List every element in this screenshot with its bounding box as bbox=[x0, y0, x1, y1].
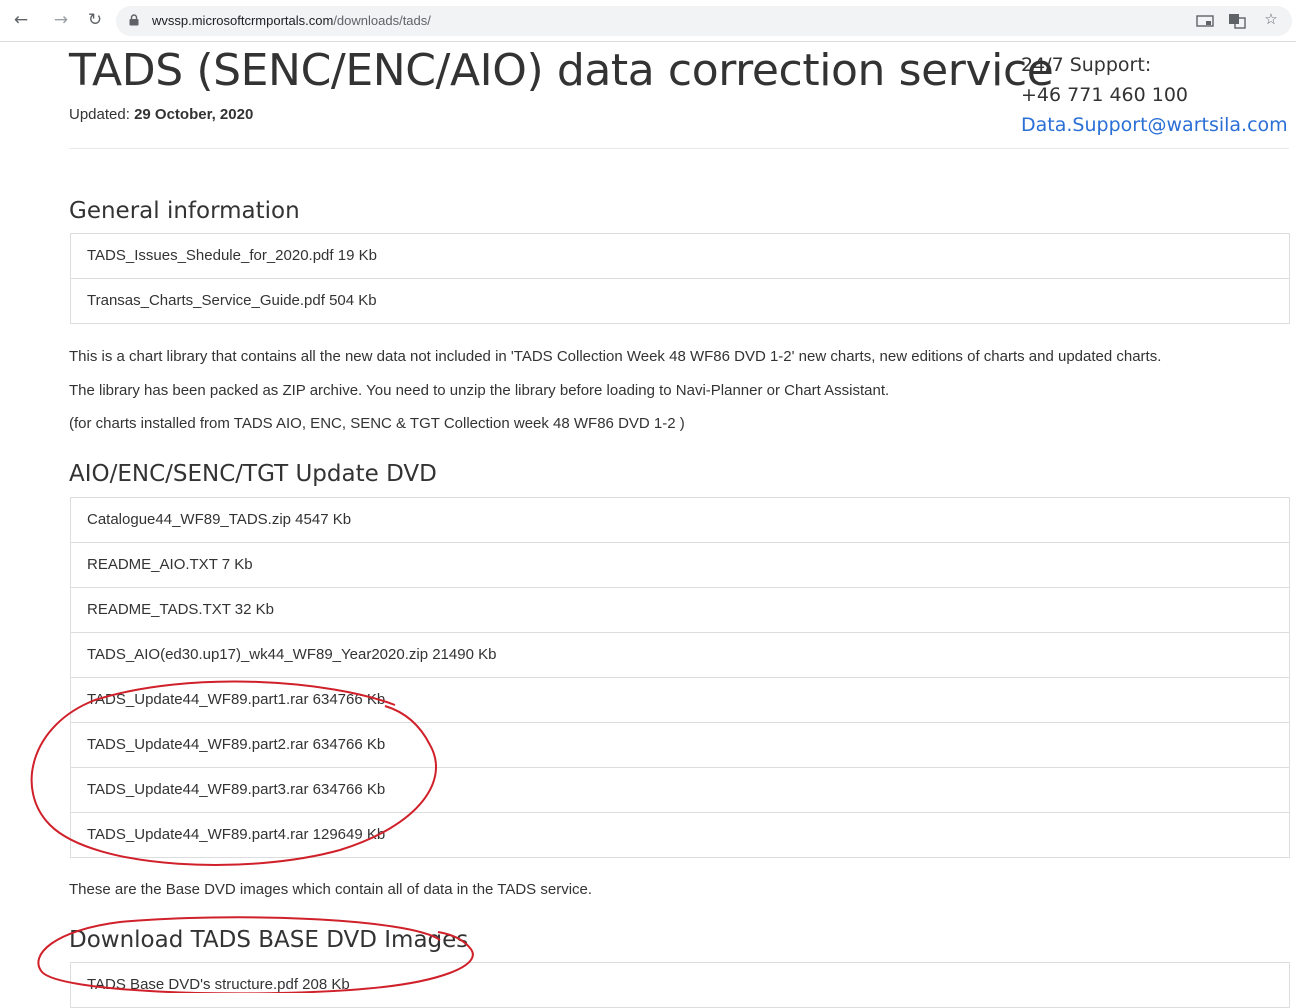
base-dvd-heading: Download TADS BASE DVD Images bbox=[69, 927, 469, 953]
url-path: /downloads/tads/ bbox=[333, 13, 431, 28]
file-link[interactable]: TADS Base DVD's structure.pdf 208 Kb bbox=[87, 976, 350, 993]
page-title: TADS (SENC/ENC/AIO) data correction serv… bbox=[69, 45, 1054, 96]
file-link[interactable]: TADS_Update44_WF89.part3.rar 634766 Kb bbox=[87, 781, 385, 798]
file-list-item[interactable]: TADS_AIO(ed30.up17)_wk44_WF89_Year2020.z… bbox=[71, 632, 1289, 677]
support-label: 24/7 Support: bbox=[1021, 54, 1152, 76]
file-list-item[interactable]: TADS_Issues_Shedule_for_2020.pdf 19 Kb bbox=[71, 234, 1289, 278]
support-block: 24/7 Support: +46 771 460 100 Data.Suppo… bbox=[1021, 50, 1288, 140]
translate-icon[interactable] bbox=[1228, 13, 1246, 29]
file-link[interactable]: README_AIO.TXT 7 Kb bbox=[87, 556, 253, 573]
forward-arrow-icon[interactable]: → bbox=[50, 8, 72, 32]
general-info-file-list: TADS_Issues_Shedule_for_2020.pdf 19 Kb T… bbox=[70, 233, 1290, 324]
intro-paragraph-1: This is a chart library that contains al… bbox=[69, 348, 1162, 365]
file-link[interactable]: TADS_AIO(ed30.up17)_wk44_WF89_Year2020.z… bbox=[87, 646, 496, 663]
file-list-item[interactable]: README_TADS.TXT 32 Kb bbox=[71, 587, 1289, 632]
browser-toolbar: ← → ↻ wvssp.microsoftcrmportals.com/down… bbox=[0, 0, 1296, 42]
updated-date: 29 October, 2020 bbox=[134, 106, 254, 123]
url-host: wvssp.microsoftcrmportals.com bbox=[152, 13, 334, 28]
intro-paragraph-3: (for charts installed from TADS AIO, ENC… bbox=[69, 415, 685, 432]
file-link[interactable]: TADS_Update44_WF89.part1.rar 634766 Kb bbox=[87, 691, 385, 708]
support-phone: +46 771 460 100 bbox=[1021, 84, 1189, 106]
lock-icon bbox=[129, 14, 139, 26]
url-text: wvssp.microsoftcrmportals.com/downloads/… bbox=[152, 6, 431, 36]
address-bar[interactable]: wvssp.microsoftcrmportals.com/downloads/… bbox=[116, 6, 1292, 36]
base-dvd-note: These are the Base DVD images which cont… bbox=[69, 881, 593, 898]
file-list-item[interactable]: TADS Base DVD's structure.pdf 208 Kb bbox=[71, 963, 1289, 1007]
file-list-item[interactable]: TADS_Update44_WF89.part2.rar 634766 Kb bbox=[71, 722, 1289, 767]
file-list-item[interactable]: Catalogue44_WF89_TADS.zip 4547 Kb bbox=[71, 498, 1289, 542]
update-dvd-file-list: Catalogue44_WF89_TADS.zip 4547 Kb README… bbox=[70, 497, 1290, 858]
updated-line: Updated: 29 October, 2020 bbox=[69, 106, 253, 123]
file-list-item[interactable]: Transas_Charts_Service_Guide.pdf 504 Kb bbox=[71, 278, 1289, 323]
general-info-heading: General information bbox=[69, 198, 300, 224]
file-list-item[interactable]: TADS_Update44_WF89.part3.rar 634766 Kb bbox=[71, 767, 1289, 812]
file-link[interactable]: Catalogue44_WF89_TADS.zip 4547 Kb bbox=[87, 511, 351, 528]
toolbar-divider bbox=[0, 41, 1296, 42]
support-email-link[interactable]: Data.Support@wartsila.com bbox=[1021, 114, 1288, 136]
file-list-item[interactable]: TADS_Update44_WF89.part1.rar 634766 Kb bbox=[71, 677, 1289, 722]
reload-icon[interactable]: ↻ bbox=[84, 8, 106, 32]
file-link[interactable]: TADS_Update44_WF89.part2.rar 634766 Kb bbox=[87, 736, 385, 753]
file-link[interactable]: README_TADS.TXT 32 Kb bbox=[87, 601, 274, 618]
back-arrow-icon[interactable]: ← bbox=[10, 8, 32, 32]
bookmark-star-icon[interactable]: ☆ bbox=[1262, 11, 1280, 27]
cast-icon[interactable] bbox=[1196, 13, 1214, 29]
file-list-item[interactable]: TADS_Update44_WF89.part4.rar 129649 Kb bbox=[71, 812, 1289, 857]
file-link[interactable]: TADS_Update44_WF89.part4.rar 129649 Kb bbox=[87, 826, 385, 843]
updated-label: Updated: bbox=[69, 106, 130, 123]
base-dvd-file-list: TADS Base DVD's structure.pdf 208 Kb bbox=[70, 962, 1290, 1008]
update-dvd-heading: AIO/ENC/SENC/TGT Update DVD bbox=[69, 461, 437, 487]
file-link[interactable]: Transas_Charts_Service_Guide.pdf 504 Kb bbox=[87, 292, 377, 309]
file-link[interactable]: TADS_Issues_Shedule_for_2020.pdf 19 Kb bbox=[87, 247, 377, 264]
file-list-item[interactable]: README_AIO.TXT 7 Kb bbox=[71, 542, 1289, 587]
header-divider bbox=[69, 148, 1289, 149]
intro-paragraph-2: The library has been packed as ZIP archi… bbox=[69, 382, 890, 399]
